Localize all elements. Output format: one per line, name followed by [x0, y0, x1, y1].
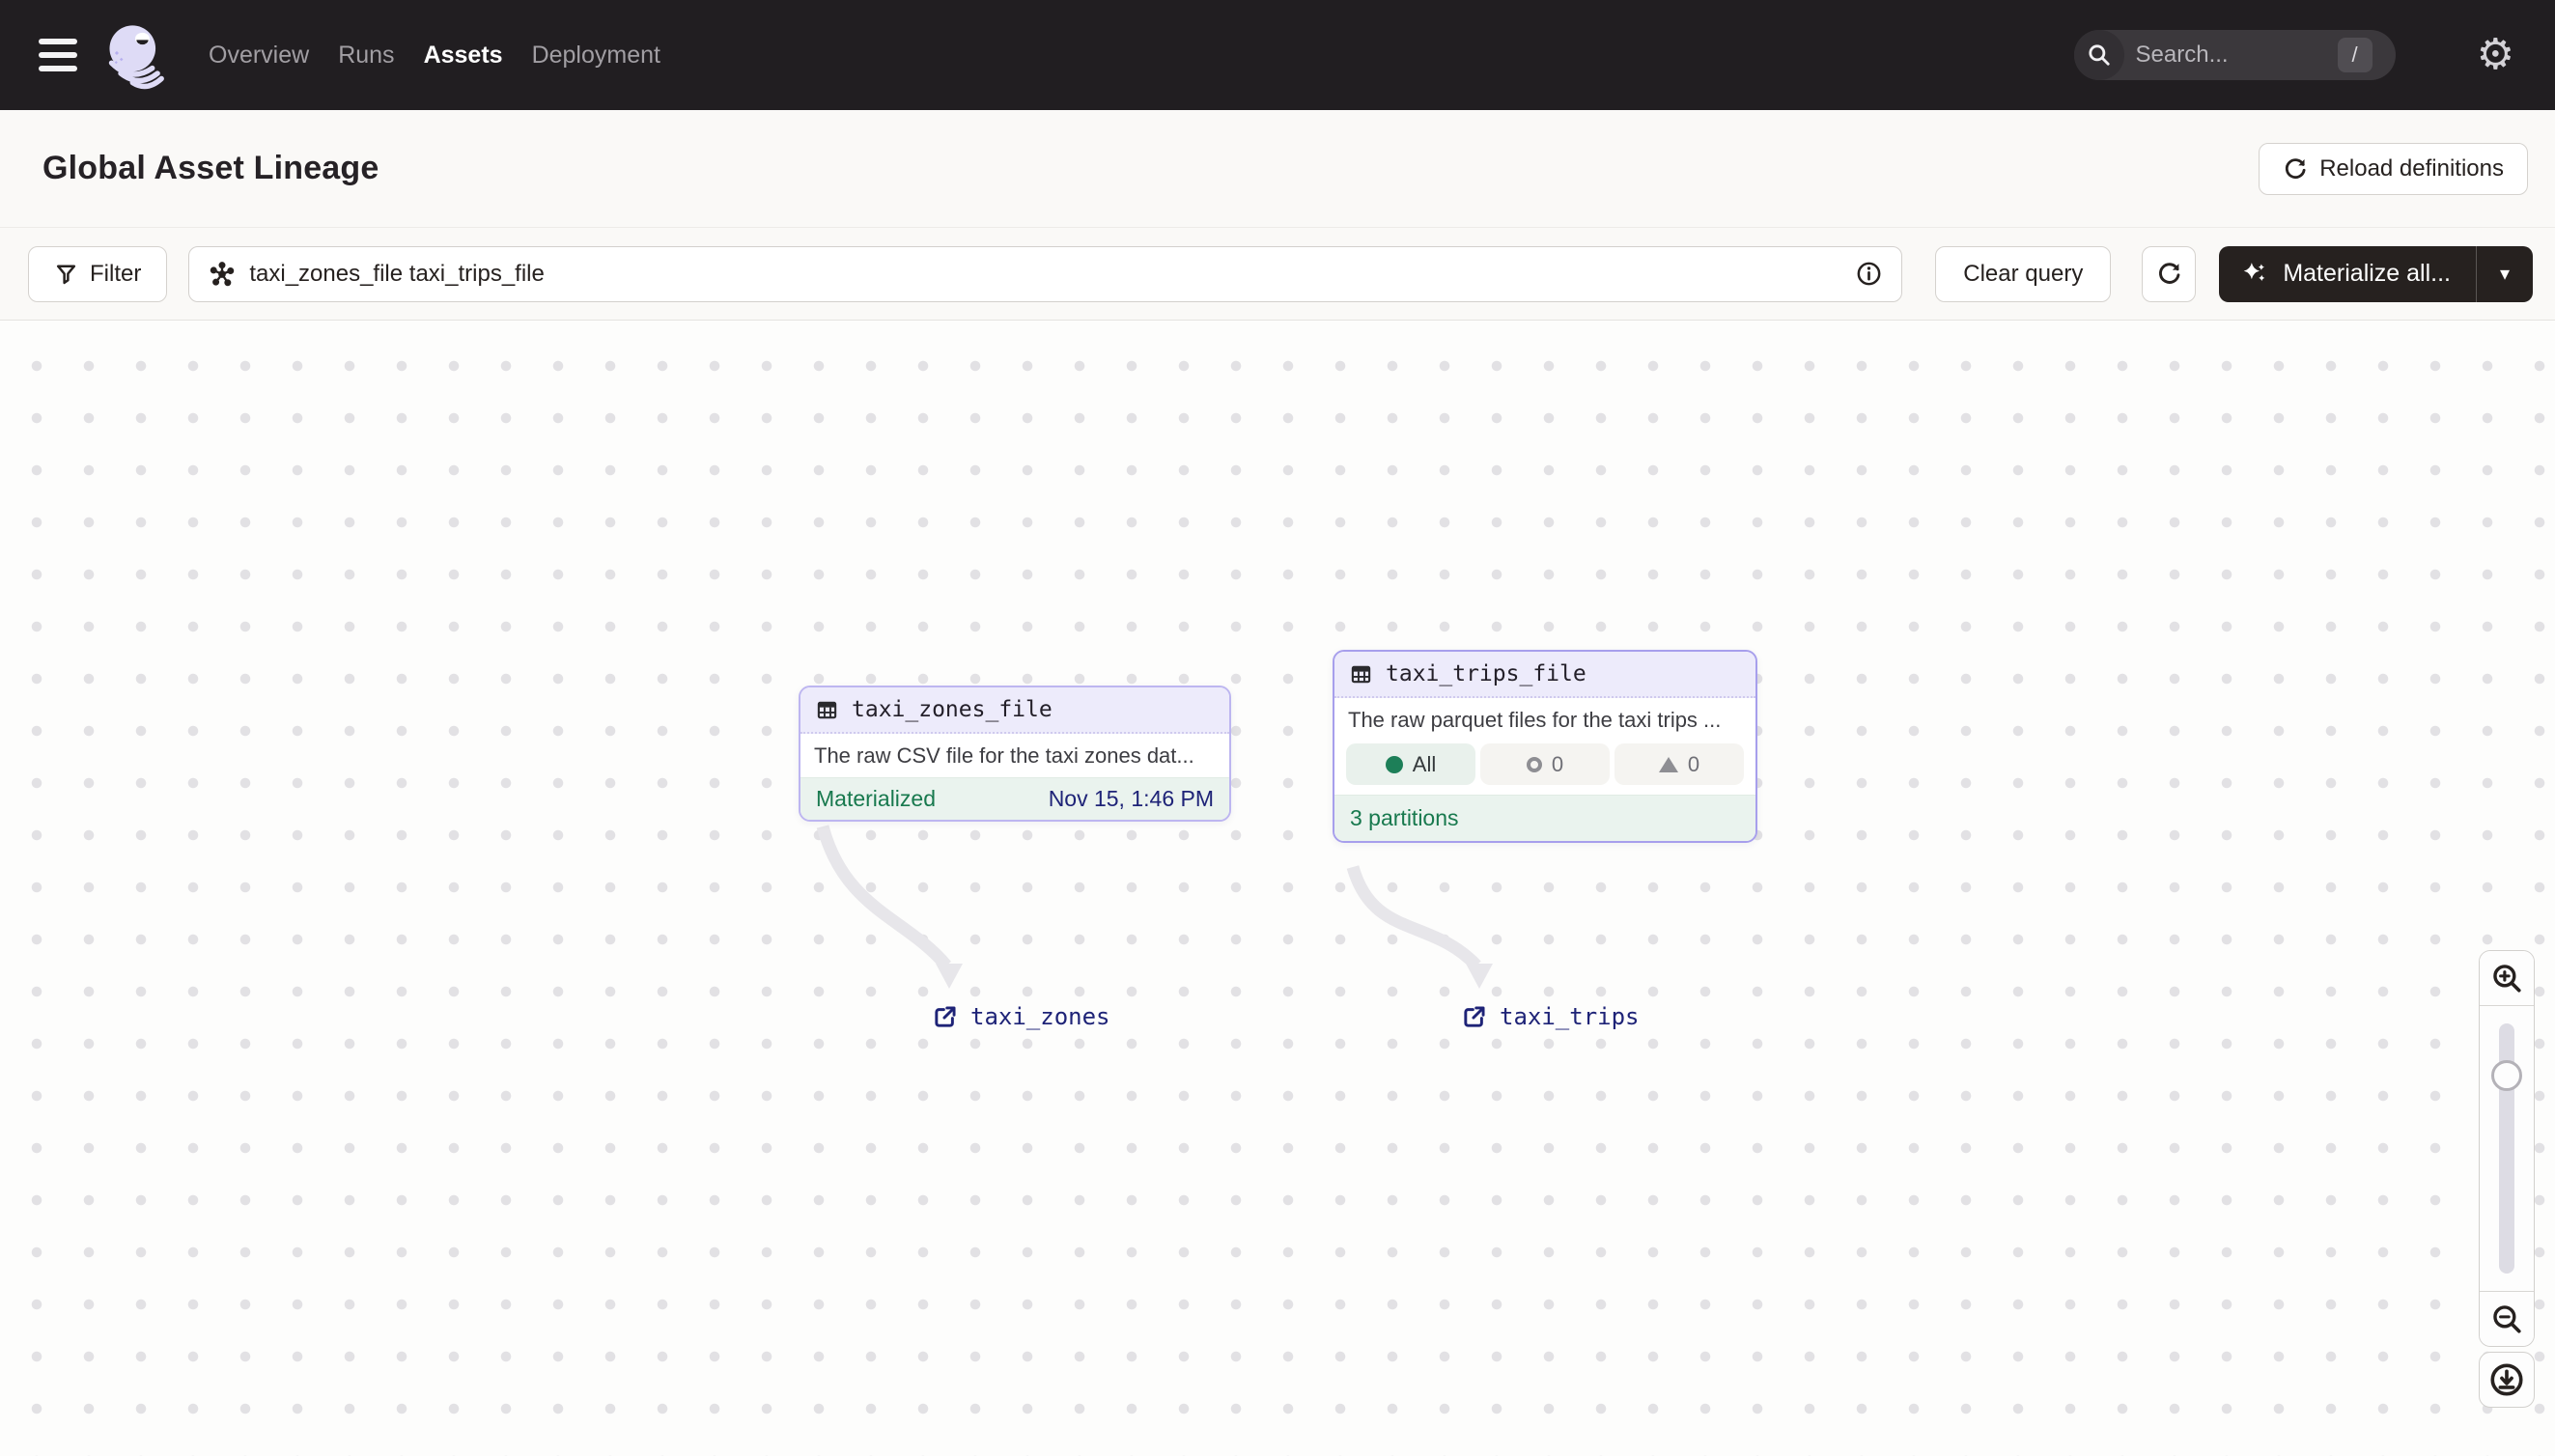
- table-icon: [817, 701, 837, 718]
- global-search[interactable]: /: [2073, 30, 2396, 80]
- asset-query-input-wrap: [188, 245, 1903, 302]
- op-selector-icon: [211, 261, 235, 286]
- sparkle-icon: [2244, 262, 2265, 281]
- search-input[interactable]: [2135, 42, 2300, 69]
- filter-button[interactable]: Filter: [28, 245, 168, 302]
- materialize-caret-button[interactable]: ▾: [2477, 246, 2533, 302]
- top-nav: Overview Runs Assets Deployment / ⚙: [0, 0, 2555, 110]
- asset-node-taxi-trips-file[interactable]: taxi_trips_file The raw parquet files fo…: [1333, 650, 1757, 843]
- partitions-failed-pill[interactable]: 0: [1480, 743, 1610, 785]
- refresh-graph-button[interactable]: [2142, 245, 2197, 302]
- downstream-asset-taxi-zones[interactable]: taxi_zones: [932, 1003, 1110, 1030]
- failed-ring-icon: [1526, 756, 1542, 772]
- asset-description: The raw parquet files for the taxi trips…: [1334, 698, 1755, 742]
- zoom-slider-thumb[interactable]: [2491, 1060, 2522, 1091]
- search-shortcut-badge: /: [2337, 38, 2372, 72]
- asset-query-input[interactable]: [249, 260, 1857, 288]
- lineage-edges: [816, 825, 1493, 989]
- lineage-toolbar: Filter Clear query: [0, 228, 2555, 321]
- zoom-out-button[interactable]: [2480, 1292, 2534, 1346]
- title-bar: Global Asset Lineage Reload definitions: [0, 110, 2555, 228]
- menu-icon[interactable]: [39, 39, 77, 71]
- success-dot-icon: [1385, 755, 1403, 773]
- external-link-icon: [1464, 1005, 1485, 1027]
- zoom-in-button[interactable]: [2480, 951, 2534, 1005]
- reload-definitions-button[interactable]: Reload definitions: [2259, 142, 2528, 195]
- settings-gear-icon[interactable]: ⚙: [2477, 34, 2514, 76]
- page-title: Global Asset Lineage: [42, 150, 379, 186]
- primary-nav: Overview Runs Assets Deployment: [209, 42, 660, 70]
- nav-deployment[interactable]: Deployment: [532, 42, 660, 70]
- zoom-in-icon: [2493, 965, 2521, 993]
- partition-health-row: All 0 0: [1334, 742, 1755, 795]
- materialize-all-button[interactable]: Materialize all...: [2219, 246, 2476, 302]
- asset-name: taxi_zones_file: [852, 697, 1053, 722]
- nav-runs[interactable]: Runs: [338, 42, 394, 70]
- query-info-icon[interactable]: [1856, 261, 1882, 287]
- search-icon: [2073, 30, 2124, 80]
- nav-assets[interactable]: Assets: [424, 42, 503, 70]
- partition-count: 3 partitions: [1350, 805, 1459, 830]
- partitions-missing-pill[interactable]: 0: [1614, 743, 1744, 785]
- nav-overview[interactable]: Overview: [209, 42, 309, 70]
- external-link-icon: [935, 1005, 956, 1027]
- download-graph-button[interactable]: [2479, 1352, 2535, 1408]
- chevron-down-icon: ▾: [2499, 264, 2511, 285]
- reload-icon: [2286, 157, 2306, 179]
- download-icon: [2490, 1363, 2523, 1396]
- refresh-icon: [2158, 263, 2180, 284]
- clear-query-button[interactable]: Clear query: [1935, 245, 2112, 302]
- table-icon: [1351, 665, 1371, 683]
- funnel-icon: [56, 265, 76, 285]
- dagster-logo[interactable]: [102, 20, 168, 90]
- materialized-status: Materialized: [816, 786, 936, 811]
- materialized-timestamp: Nov 15, 1:46 PM: [1048, 786, 1214, 811]
- materialize-split-button: Materialize all... ▾: [2219, 245, 2533, 302]
- zoom-out-icon: [2493, 1305, 2521, 1333]
- asset-name: taxi_trips_file: [1386, 661, 1586, 686]
- asset-node-taxi-zones-file[interactable]: taxi_zones_file The raw CSV file for the…: [799, 686, 1231, 822]
- missing-triangle-icon: [1658, 756, 1678, 772]
- zoom-slider[interactable]: [2480, 1005, 2534, 1292]
- lineage-canvas[interactable]: taxi_zones_file The raw CSV file for the…: [0, 321, 2555, 1456]
- downstream-asset-taxi-trips[interactable]: taxi_trips: [1461, 1003, 1640, 1030]
- partitions-materialized-pill[interactable]: All: [1346, 743, 1475, 785]
- zoom-controls: [2479, 950, 2535, 1347]
- asset-description: The raw CSV file for the taxi zones dat.…: [800, 734, 1229, 777]
